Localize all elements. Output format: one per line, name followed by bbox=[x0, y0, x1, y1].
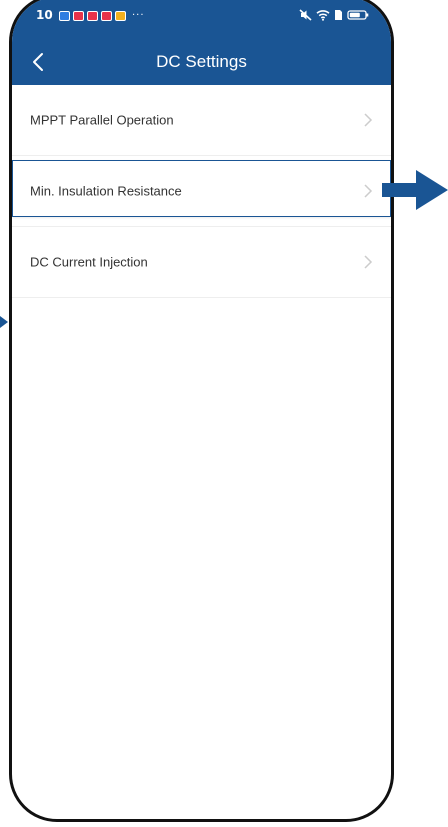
notification-icon bbox=[73, 10, 84, 21]
chevron-right-icon bbox=[364, 184, 373, 198]
battery-icon bbox=[347, 10, 369, 20]
chevron-right-icon bbox=[364, 255, 373, 269]
app-header: 10 ··· DC Settings bbox=[12, 0, 391, 88]
settings-list: MPPT Parallel Operation Min. Insulation … bbox=[12, 85, 391, 298]
setting-label: MPPT Parallel Operation bbox=[30, 112, 174, 128]
phone-frame: 10 ··· DC Settings MPPT Parallel Operati… bbox=[9, 0, 394, 822]
sim-card-icon bbox=[335, 10, 342, 20]
wifi-icon bbox=[316, 10, 330, 21]
status-bar: 10 ··· bbox=[12, 3, 391, 29]
notification-icon bbox=[87, 10, 98, 21]
screenshot-canvas: 10 ··· DC Settings MPPT Parallel Operati… bbox=[0, 0, 448, 827]
page-title: DC Settings bbox=[156, 52, 247, 71]
notification-icon bbox=[59, 10, 70, 21]
annotation-arrow-tip-icon bbox=[0, 316, 8, 328]
notification-icon bbox=[115, 10, 126, 21]
mute-icon bbox=[299, 9, 312, 21]
notification-icons: ··· bbox=[59, 10, 145, 21]
setting-item-min-insulation-resistance[interactable]: Min. Insulation Resistance bbox=[12, 156, 391, 227]
chevron-right-icon bbox=[364, 113, 373, 127]
notification-icon bbox=[101, 10, 112, 21]
status-time: 10 bbox=[36, 8, 53, 22]
setting-item-dc-current-injection[interactable]: DC Current Injection bbox=[12, 227, 391, 298]
system-status-icons bbox=[299, 9, 369, 21]
setting-label: DC Current Injection bbox=[30, 254, 148, 270]
annotation-arrow-icon bbox=[382, 170, 448, 210]
more-notifications-icon: ··· bbox=[132, 10, 145, 21]
setting-item-mppt-parallel-operation[interactable]: MPPT Parallel Operation bbox=[12, 85, 391, 156]
setting-label: Min. Insulation Resistance bbox=[30, 183, 182, 199]
title-bar: DC Settings bbox=[12, 43, 391, 81]
